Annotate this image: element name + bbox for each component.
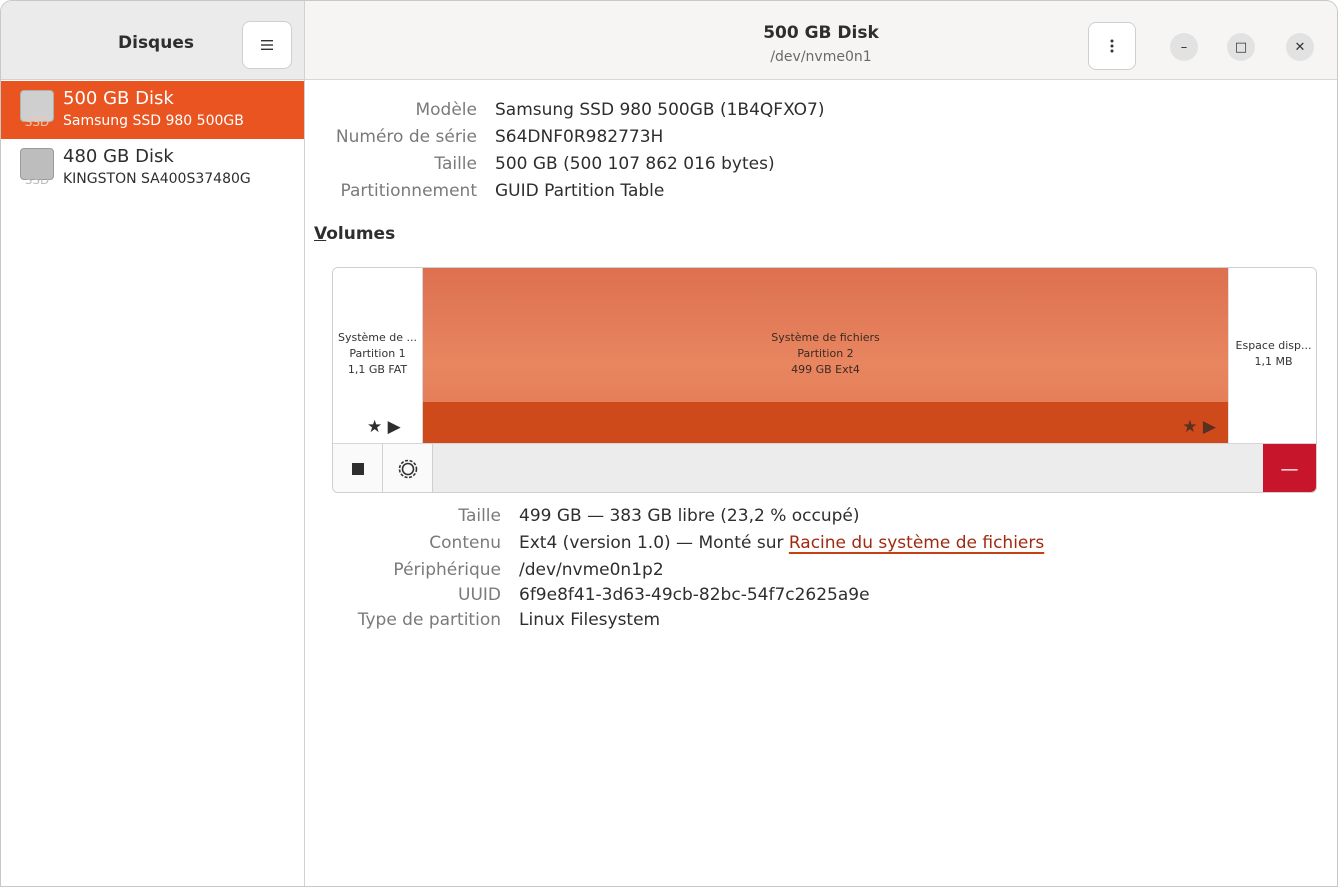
info-label: Contenu bbox=[429, 533, 501, 553]
info-label: Taille bbox=[458, 506, 501, 526]
info-row-serial: Numéro de série S64DNF0R982773H bbox=[1, 127, 1337, 153]
minimize-button[interactable]: – bbox=[1170, 33, 1198, 61]
play-icon: ▶ bbox=[1202, 417, 1216, 437]
disks-window: Disques 500 GB Disk /dev/nvme0n1 – □ ✕ S… bbox=[0, 0, 1338, 887]
info-label: Périphérique bbox=[393, 560, 501, 580]
sidebar-title: Disques bbox=[118, 33, 194, 53]
stop-icon bbox=[351, 463, 364, 475]
partition-settings-button[interactable] bbox=[383, 444, 433, 492]
maximize-button[interactable]: □ bbox=[1227, 33, 1255, 61]
play-icon: ▶ bbox=[387, 417, 401, 437]
page-title: 500 GB Disk bbox=[763, 23, 879, 43]
minus-icon: — bbox=[1280, 458, 1299, 480]
mount-point-link[interactable]: Racine du système de fichiers bbox=[789, 533, 1044, 553]
vol-row-content: Contenu Ext4 (version 1.0) — Monté sur R… bbox=[1, 533, 1337, 559]
segment-size: 1,1 GB FAT bbox=[347, 363, 408, 376]
info-value: 500 GB (500 107 862 016 bytes) bbox=[495, 154, 775, 174]
info-value: Linux Filesystem bbox=[519, 610, 661, 630]
maximize-icon: □ bbox=[1234, 39, 1248, 55]
sidebar-header: Disques bbox=[1, 1, 304, 80]
unmount-button[interactable] bbox=[333, 444, 383, 492]
partition-selected-band bbox=[423, 402, 1228, 443]
partition-segment-1[interactable]: Système de ... Partition 1 1,1 GB FAT ★ … bbox=[333, 268, 423, 443]
info-value: 6f9e8f41-3d63-49cb-82bc-54f7c2625a9e bbox=[519, 585, 870, 605]
minimize-icon: – bbox=[1180, 39, 1188, 55]
info-label: UUID bbox=[458, 585, 501, 605]
info-value: 499 GB — 383 GB libre (23,2 % occupé) bbox=[519, 506, 860, 526]
hamburger-menu-icon bbox=[261, 40, 273, 50]
segment-size: 1,1 MB bbox=[1254, 355, 1293, 368]
close-button[interactable]: ✕ bbox=[1286, 33, 1314, 61]
vol-row-size: Taille 499 GB — 383 GB libre (23,2 % occ… bbox=[1, 506, 1337, 532]
volumes-heading: Volumes bbox=[314, 224, 396, 244]
info-row-model: Modèle Samsung SSD 980 500GB (1B4QFXO7) bbox=[1, 100, 1337, 126]
info-value: GUID Partition Table bbox=[495, 181, 665, 201]
vol-row-uuid: UUID 6f9e8f41-3d63-49cb-82bc-54f7c2625a9… bbox=[1, 585, 1337, 611]
segment-name: Partition 1 bbox=[349, 347, 406, 360]
segment-type: Espace disp... bbox=[1235, 339, 1312, 352]
info-row-partitioning: Partitionnement GUID Partition Table bbox=[1, 181, 1337, 207]
segment-size: 499 GB Ext4 bbox=[791, 363, 860, 376]
volume-toolbar: — bbox=[333, 443, 1316, 492]
partition-segment-2[interactable]: Système de fichiers Partition 2 499 GB E… bbox=[423, 268, 1228, 443]
info-value: Ext4 (version 1.0) — Monté sur bbox=[519, 533, 789, 553]
info-label: Modèle bbox=[415, 100, 477, 120]
info-label: Type de partition bbox=[357, 610, 501, 630]
info-label: Partitionnement bbox=[340, 181, 477, 201]
info-label: Numéro de série bbox=[335, 127, 477, 147]
partition-segment-free[interactable]: Espace disp... 1,1 MB bbox=[1228, 268, 1316, 443]
disk-options-button[interactable] bbox=[1088, 22, 1136, 70]
info-value: Samsung SSD 980 500GB (1B4QFXO7) bbox=[495, 100, 825, 120]
segment-type: Système de ... bbox=[337, 331, 418, 344]
segment-type: Système de fichiers bbox=[771, 331, 880, 344]
star-icon: ★ bbox=[1182, 417, 1198, 437]
delete-partition-button[interactable]: — bbox=[1263, 444, 1316, 492]
vertical-ellipsis-icon bbox=[1110, 39, 1114, 53]
segment-name: Partition 2 bbox=[797, 347, 854, 360]
star-icon: ★ bbox=[367, 417, 383, 437]
info-value: S64DNF0R982773H bbox=[495, 127, 664, 147]
info-label: Taille bbox=[434, 154, 477, 174]
main-menu-button[interactable] bbox=[242, 21, 292, 69]
info-row-size: Taille 500 GB (500 107 862 016 bytes) bbox=[1, 154, 1337, 180]
gear-icon bbox=[398, 459, 417, 479]
info-value: /dev/nvme0n1p2 bbox=[519, 560, 664, 580]
vol-row-device: Périphérique /dev/nvme0n1p2 bbox=[1, 560, 1337, 586]
vol-row-partition-type: Type de partition Linux Filesystem bbox=[1, 610, 1337, 636]
close-icon: ✕ bbox=[1294, 39, 1306, 55]
partition-map: Système de ... Partition 1 1,1 GB FAT ★ … bbox=[332, 267, 1317, 493]
page-subtitle: /dev/nvme0n1 bbox=[770, 49, 872, 65]
